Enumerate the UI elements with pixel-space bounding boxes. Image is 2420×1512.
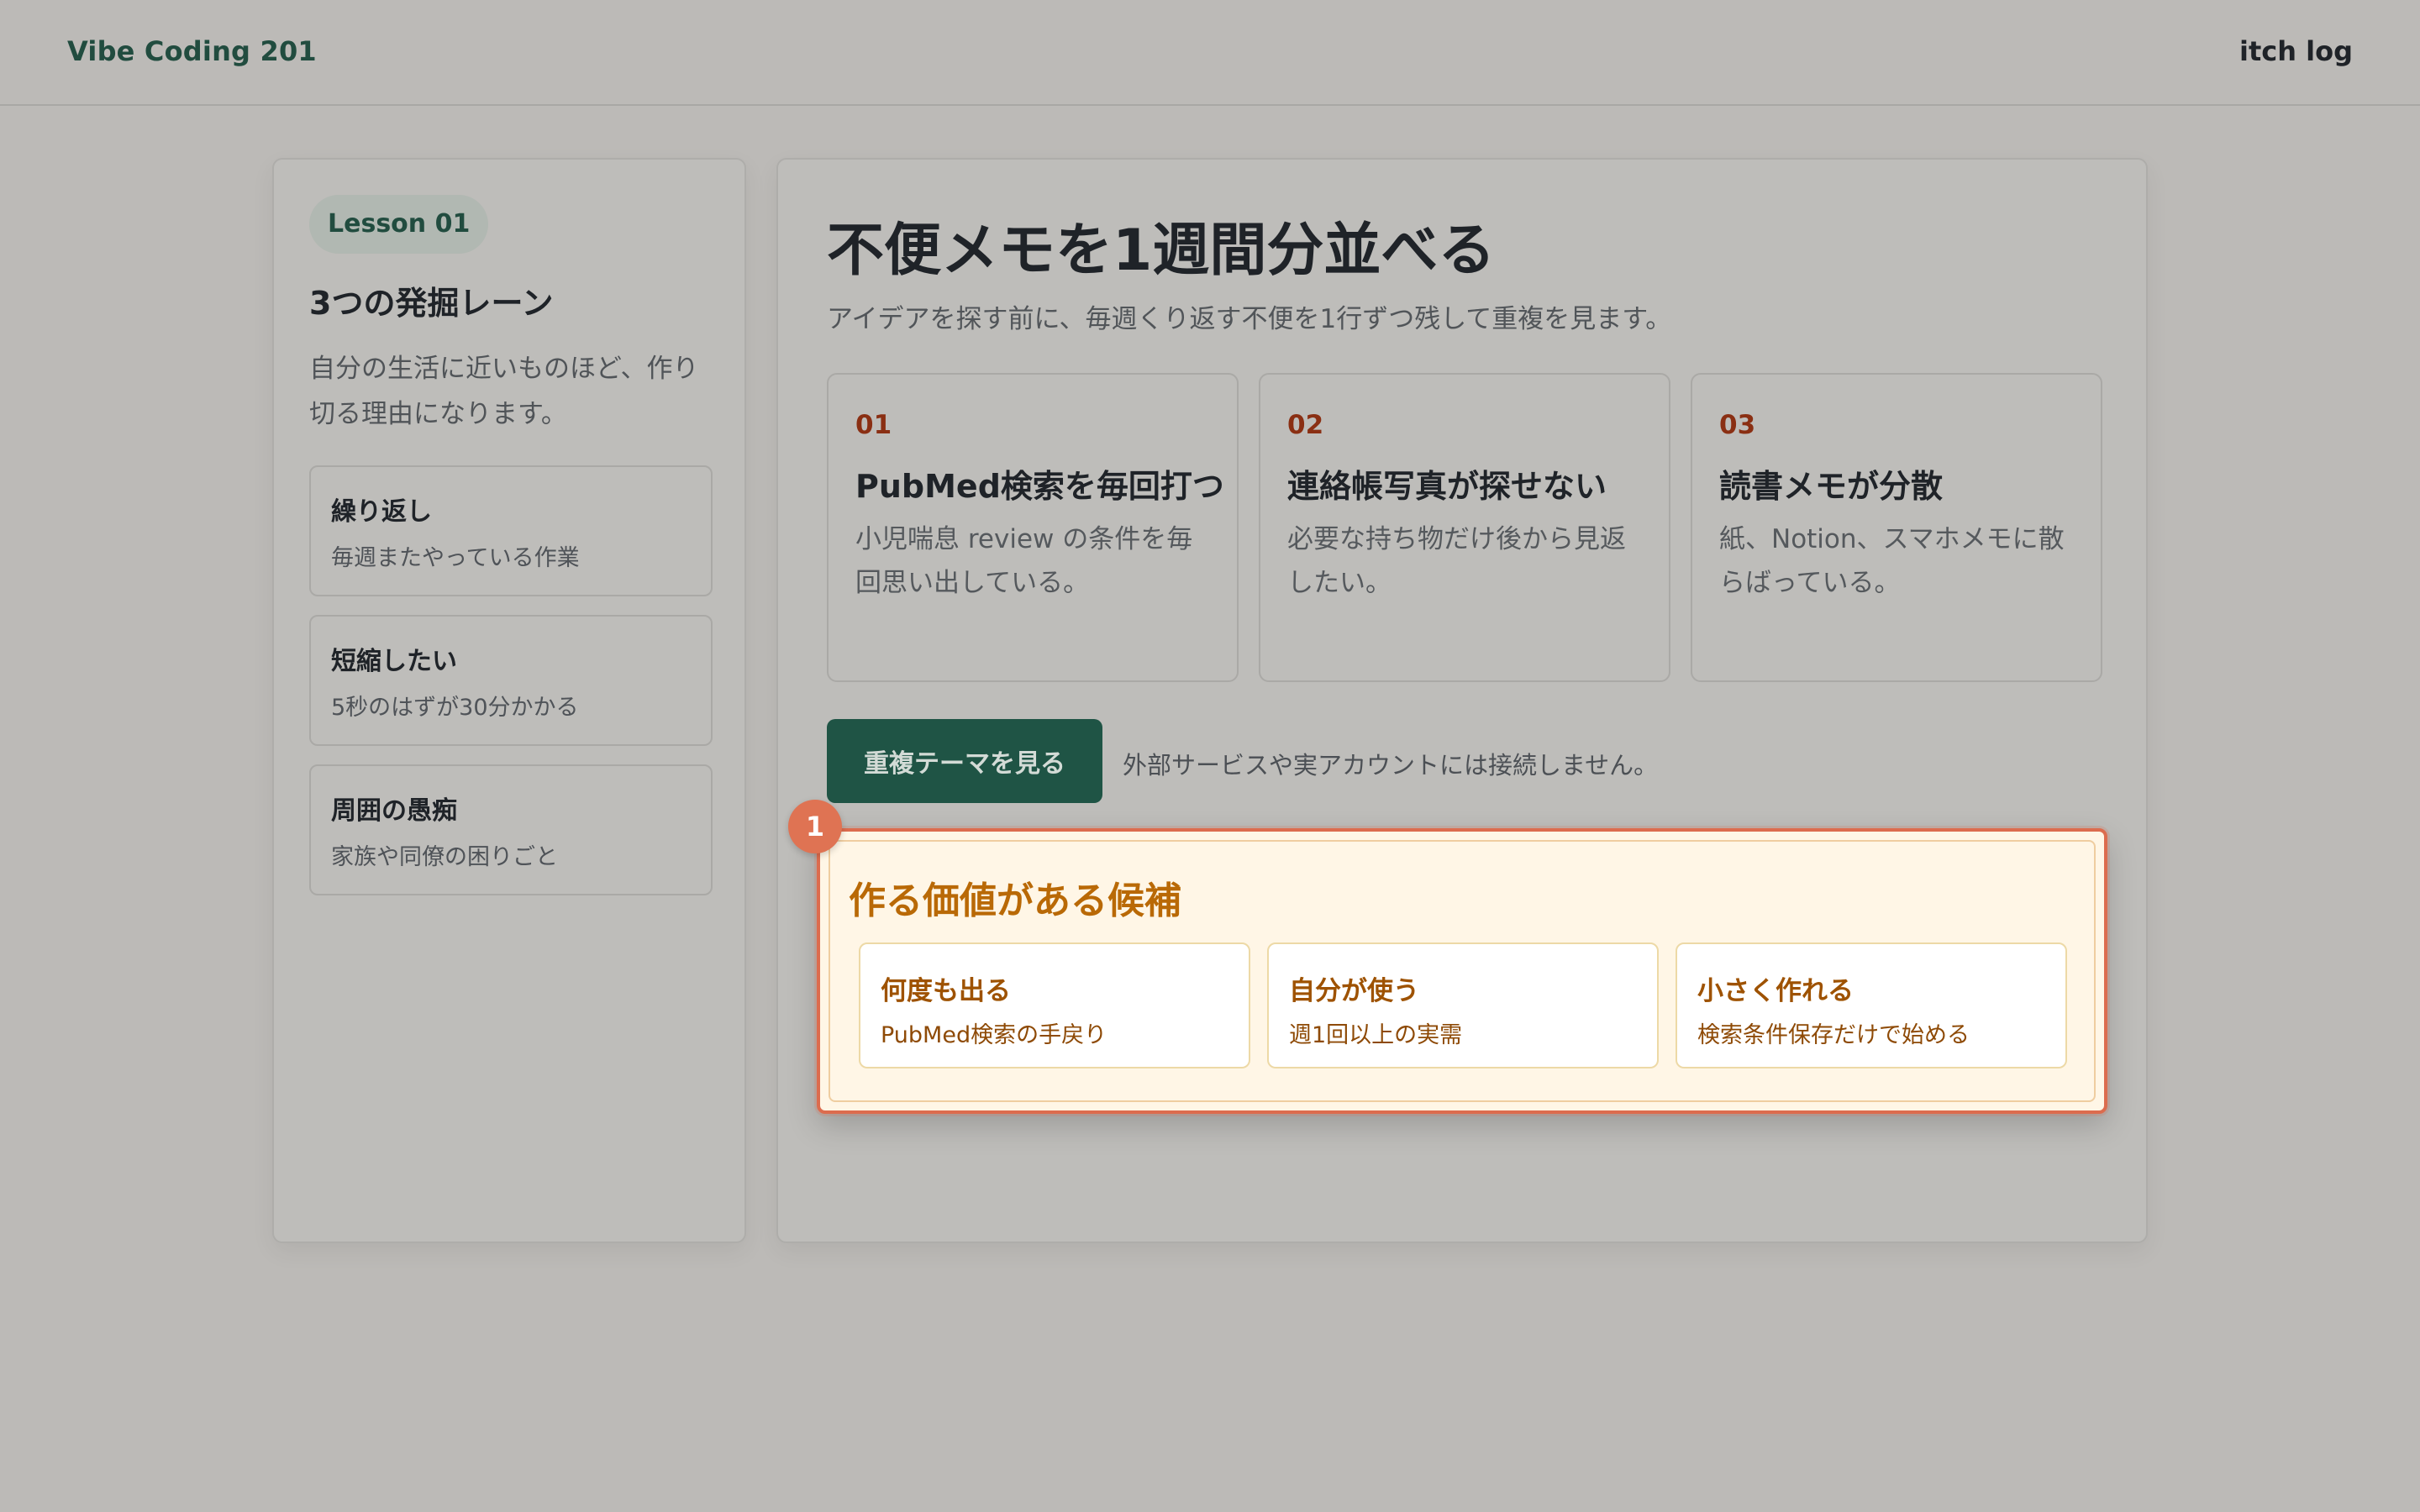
brand-logo[interactable]: Vibe Coding 201 — [67, 35, 317, 67]
card-title: 連絡帳写真が探せない — [1287, 468, 1607, 505]
candidate-card: 何度も出る PubMed検索の手戻り — [859, 942, 1250, 1068]
page-subtitle: アイデアを探す前に、毎週くり返す不便を1行ずつ残して重複を見ます。 — [827, 304, 1672, 334]
lane-description: 家族や同僚の困りごと — [331, 844, 558, 870]
candidate-card: 小さく作れる 検索条件保存だけで始める — [1676, 942, 2067, 1068]
lane-title: 繰り返し — [331, 497, 432, 527]
inconvenience-card: 02 連絡帳写真が探せない 必要な持ち物だけ後から見返したい。 — [1259, 373, 1670, 682]
lane-title: 周囲の愚痴 — [331, 796, 457, 826]
lane-item-repeat[interactable]: 繰り返し 毎週またやっている作業 — [309, 465, 713, 596]
itch-log-link[interactable]: itch log — [2239, 35, 2353, 67]
lane-description: 毎週またやっている作業 — [331, 545, 580, 571]
view-duplicate-themes-button[interactable]: 重複テーマを見る — [827, 719, 1102, 803]
card-description: 小児喘息 review の条件を毎回思い出している。 — [855, 524, 1193, 598]
candidate-title: 作る価値がある候補 — [849, 879, 1181, 922]
page-title: 不便メモを1週間分並べる — [827, 218, 1496, 284]
candidate-card-title: 自分が使う — [1289, 976, 1419, 1006]
lesson-sidebar: Lesson 01 3つの発掘レーン 自分の生活に近いものほど、作り切る理由にな… — [272, 158, 746, 1243]
candidate-card-description: PubMed検索の手戻り — [881, 1022, 1107, 1048]
candidate-card-description: 検索条件保存だけで始める — [1697, 1022, 1970, 1048]
candidate-highlight-panel: 作る価値がある候補 何度も出る PubMed検索の手戻り 自分が使う 週1回以上… — [817, 828, 2107, 1114]
inconvenience-card: 01 PubMed検索を毎回打つ 小児喘息 review の条件を毎回思い出して… — [827, 373, 1239, 682]
candidate-card-title: 何度も出る — [881, 976, 1011, 1006]
step-number-badge: 1 — [788, 800, 842, 853]
card-number: 02 — [1287, 410, 1324, 440]
card-number: 01 — [855, 410, 892, 440]
sidebar-title: 3つの発掘レーン — [309, 285, 554, 322]
candidate-card-description: 週1回以上の実需 — [1289, 1022, 1463, 1048]
card-title: 読書メモが分散 — [1719, 468, 1944, 505]
lane-item-shorten[interactable]: 短縮したい 5秒のはずが30分かかる — [309, 615, 713, 746]
card-title: PubMed検索を毎回打つ — [855, 468, 1224, 505]
top-bar: Vibe Coding 201 itch log — [0, 0, 2420, 106]
card-description: 紙、Notion、スマホメモに散らばっている。 — [1719, 524, 2065, 598]
lane-description: 5秒のはずが30分かかる — [331, 695, 579, 721]
sidebar-description: 自分の生活に近いものほど、作り切る理由になります。 — [309, 354, 699, 429]
connection-note: 外部サービスや実アカウントには接続しません。 — [1123, 751, 1659, 780]
inconvenience-card: 03 読書メモが分散 紙、Notion、スマホメモに散らばっている。 — [1691, 373, 2102, 682]
lesson-badge: Lesson 01 — [309, 195, 489, 254]
candidate-card: 自分が使う 週1回以上の実需 — [1267, 942, 1659, 1068]
candidate-card-title: 小さく作れる — [1697, 976, 1854, 1006]
lane-item-complaints[interactable]: 周囲の愚痴 家族や同僚の困りごと — [309, 764, 713, 895]
lane-title: 短縮したい — [331, 647, 457, 676]
card-number: 03 — [1719, 410, 1756, 440]
card-description: 必要な持ち物だけ後から見返したい。 — [1287, 524, 1626, 598]
